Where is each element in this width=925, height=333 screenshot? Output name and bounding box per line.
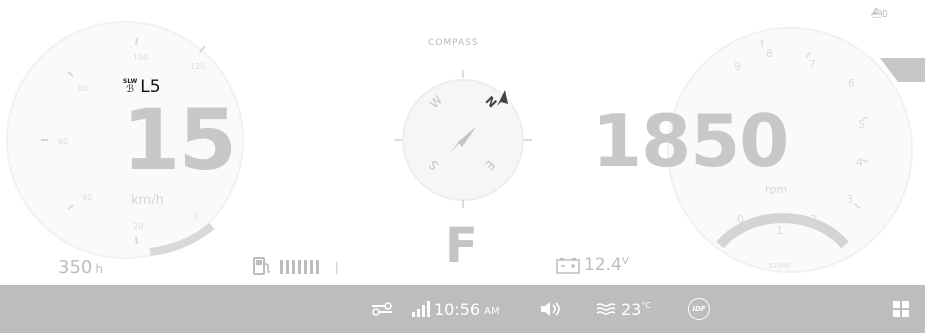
- dashboard: ⛴▯ 100 120 80 60 40 20 0 SLW ℬ L5 15 km/…: [0, 0, 925, 285]
- water-temp-icon: [596, 303, 616, 315]
- water-temp-value: 23: [621, 299, 642, 319]
- boat-trim-icon: ⛴▯: [871, 9, 888, 19]
- engine-hours-unit: h: [95, 262, 103, 276]
- engine-hours-value: 350: [58, 257, 93, 278]
- speed-tick-20: 20: [133, 222, 144, 231]
- toggle-settings-icon[interactable]: [371, 285, 393, 333]
- speed-unit: km/h: [131, 193, 164, 208]
- water-temp-unit: °C: [641, 300, 651, 310]
- tach-tick-1: 1: [776, 224, 783, 237]
- tach-tick-7: 7: [809, 58, 816, 71]
- speaker-icon[interactable]: [540, 285, 562, 333]
- engine-hours: 350 h: [58, 257, 103, 278]
- rpm-value: 1850: [592, 99, 789, 183]
- tach-tick-5: 5: [858, 118, 865, 131]
- tach-tick-2: 2: [810, 213, 817, 226]
- speed-tick-80: 80: [78, 84, 89, 93]
- speed-tick-40: 40: [82, 193, 93, 202]
- battery-unit: V: [621, 255, 629, 267]
- battery-status: 12.4 V: [556, 255, 629, 275]
- rpm-unit: rpm: [765, 183, 788, 196]
- battery-voltage: 12.4: [584, 255, 622, 275]
- signal-bars-icon: [412, 285, 430, 333]
- tach-tick-4: 4: [856, 156, 863, 169]
- speed-tick-60: 60: [58, 137, 69, 146]
- speed-tick-0: 0: [193, 212, 199, 221]
- fuel-gauge: [253, 256, 340, 276]
- brand-badge[interactable]: IDF: [688, 285, 710, 333]
- tach-tick-9: 9: [734, 60, 741, 73]
- brand-label: IDF: [692, 305, 706, 313]
- clock: 10:56 AM: [434, 285, 500, 333]
- tach-tick-3: 3: [846, 193, 853, 206]
- compass-title: COMPASS: [428, 38, 479, 48]
- speed-value: 15: [122, 91, 237, 189]
- tach-tick-0: 0: [737, 213, 744, 226]
- gear-position: F: [445, 218, 478, 274]
- speed-tick-100: 100: [133, 53, 149, 62]
- tach-tick-6: 6: [848, 77, 855, 90]
- speed-tick-120: 120: [190, 62, 206, 71]
- fuel-level-bars: [280, 260, 338, 274]
- tach-multiplier: X1000: [768, 262, 791, 270]
- fuel-pump-icon: [253, 257, 270, 275]
- battery-icon: [556, 258, 580, 274]
- status-bar: 10:56 AM 23 °C IDF: [0, 285, 925, 333]
- water-temperature: 23 °C: [596, 285, 651, 333]
- clock-time: 10:56: [434, 299, 481, 319]
- tach-tick-8: 8: [766, 47, 773, 60]
- clock-ampm: AM: [484, 305, 500, 317]
- grid-apps-icon[interactable]: [893, 285, 909, 333]
